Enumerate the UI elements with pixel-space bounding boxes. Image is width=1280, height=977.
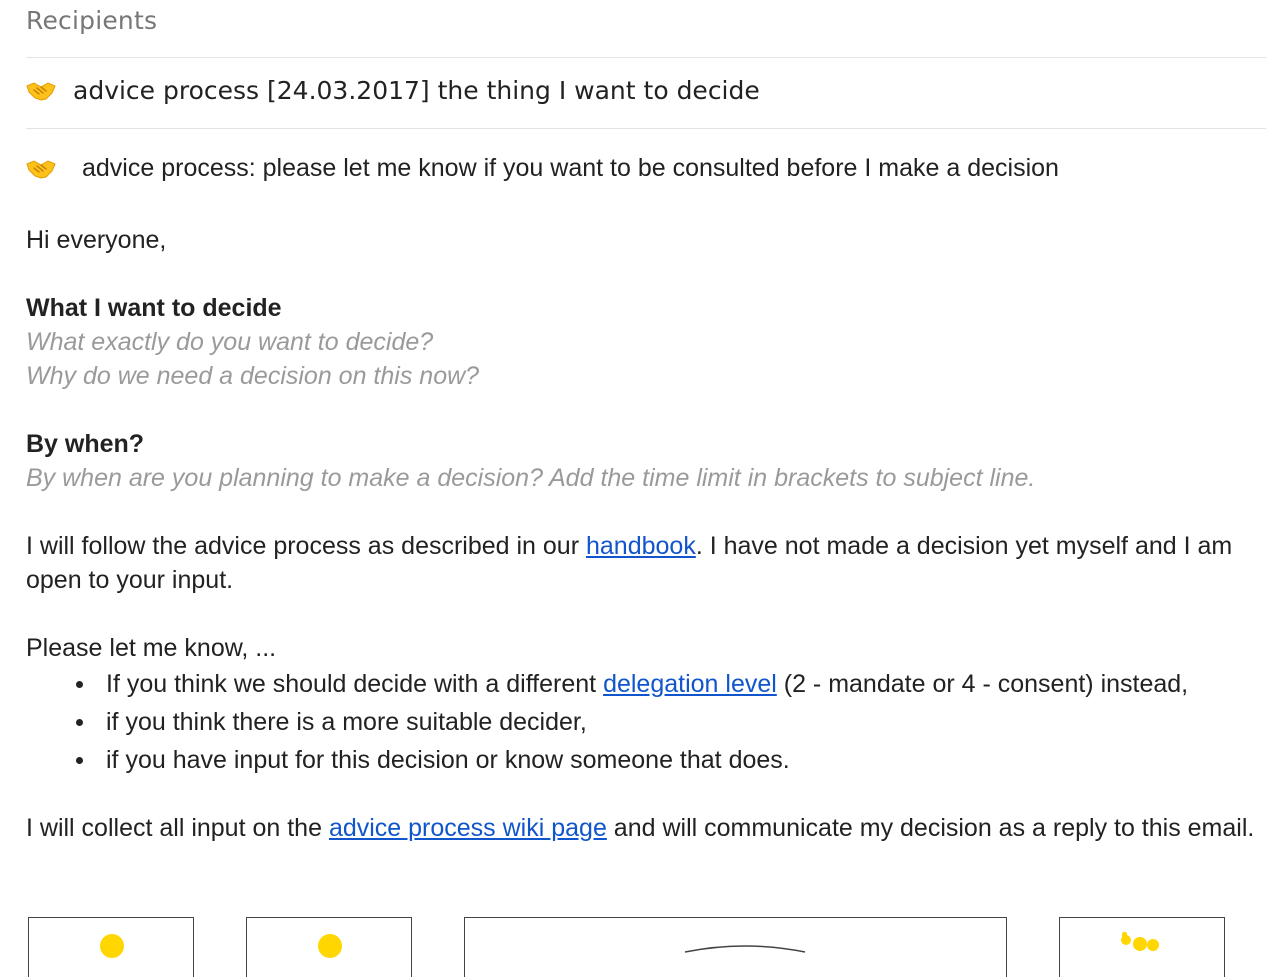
bullet-icon — [76, 681, 83, 688]
illustration-panel — [246, 917, 412, 977]
recipients-label[interactable]: Recipients — [26, 6, 157, 35]
bullet-icon — [76, 719, 83, 726]
subject-text: advice process [24.03.2017] the thing I … — [73, 76, 760, 105]
divider — [26, 128, 1266, 129]
delegation-levels-illustration — [0, 917, 1280, 977]
hint-text: What exactly do you want to decide? — [26, 328, 434, 356]
subject-line[interactable]: advice process [24.03.2017] the thing I … — [26, 76, 760, 105]
delegation-level-link[interactable]: delegation level — [603, 670, 777, 698]
list-item-text: if you think there is a more suitable de… — [106, 708, 587, 736]
ask-intro: Please let me know, ... — [26, 634, 277, 662]
email-body[interactable]: Hi everyone, What I want to decide What … — [26, 223, 1266, 845]
banner-text: advice process: please let me know if yo… — [82, 154, 1059, 182]
bullet-icon — [76, 757, 83, 764]
hint-text: By when are you planning to make a decis… — [26, 464, 1036, 492]
raised-hands-icon — [1121, 932, 1159, 951]
list-item-text: If you think we should decide with a dif… — [106, 670, 604, 698]
list-item: If you think we should decide with a dif… — [26, 665, 1266, 703]
illustration-panel — [28, 917, 194, 977]
list-item-text: (2 - mandate or 4 - consent) instead, — [776, 670, 1189, 698]
section-heading: By when? — [26, 430, 145, 458]
handshake-icon — [26, 157, 56, 181]
circle-icon — [684, 945, 806, 953]
person-icon — [100, 934, 124, 958]
email-banner: advice process: please let me know if yo… — [26, 154, 1059, 183]
ask-list: If you think we should decide with a dif… — [26, 665, 1266, 779]
paragraph-text: and will communicate my decision as a re… — [606, 814, 1255, 842]
wiki-page-link[interactable]: advice process wiki page — [329, 814, 607, 842]
person-icon — [318, 934, 342, 958]
paragraph-text: I will collect all input on the — [26, 814, 329, 842]
handshake-icon — [26, 79, 56, 103]
list-item-text: if you have input for this decision or k… — [106, 746, 790, 774]
divider — [26, 57, 1266, 58]
list-item: if you think there is a more suitable de… — [26, 703, 1266, 741]
hint-text: Why do we need a decision on this now? — [26, 362, 480, 390]
paragraph-text: I will follow the advice process as desc… — [26, 532, 586, 560]
illustration-panel — [464, 917, 1007, 977]
greeting: Hi everyone, — [26, 226, 167, 254]
illustration-panel — [1059, 917, 1225, 977]
section-heading: What I want to decide — [26, 294, 282, 322]
list-item: if you have input for this decision or k… — [26, 741, 1266, 779]
paragraph: I will follow the advice process as desc… — [26, 529, 1266, 597]
closing-paragraph: I will collect all input on the advice p… — [26, 811, 1266, 845]
handbook-link[interactable]: handbook — [586, 532, 696, 560]
